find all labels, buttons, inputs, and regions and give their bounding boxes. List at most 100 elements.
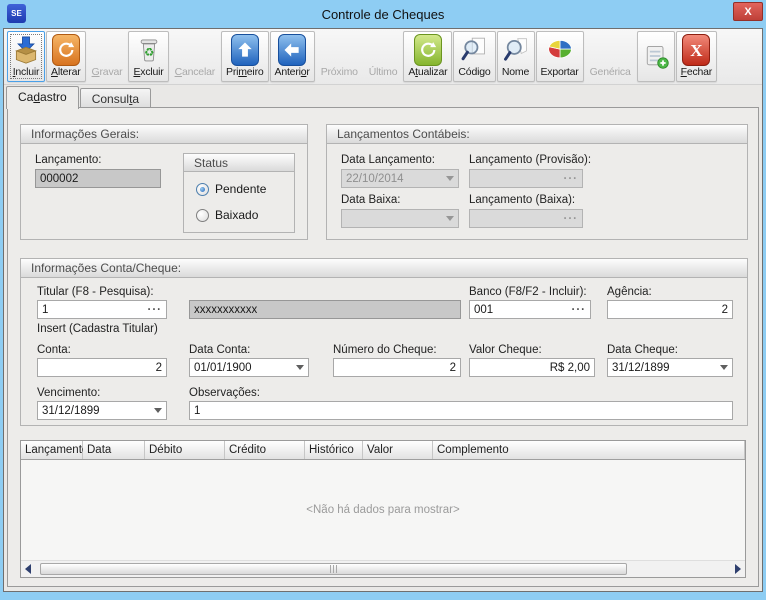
fechar-label: Fechar <box>681 66 712 78</box>
ellipsis-button: ··· <box>564 173 579 185</box>
vencimento-combo[interactable]: 31/12/1899 <box>37 401 167 420</box>
codigo-label: Código <box>458 66 490 78</box>
titular-field[interactable]: 1 ··· <box>37 300 167 319</box>
grid-col-valor[interactable]: Valor <box>363 441 433 459</box>
data-cheque-combo[interactable]: 31/12/1899 <box>607 358 733 377</box>
generica-button[interactable]: Genérica <box>585 31 636 82</box>
scroll-right-icon[interactable] <box>735 564 741 574</box>
dropdown-arrow-icon[interactable] <box>720 365 728 370</box>
app-logo-icon: SE <box>7 4 26 23</box>
dropdown-arrow-icon[interactable] <box>154 408 162 413</box>
arrow-left-icon <box>278 34 306 66</box>
grid-col-complemento[interactable]: Complemento <box>433 441 745 459</box>
data-lancamento-label: Data Lançamento: <box>341 154 435 166</box>
codigo-button[interactable]: Código <box>453 31 495 82</box>
dropdown-arrow-icon <box>446 176 454 181</box>
cancelar-button[interactable]: Cancelar <box>170 31 220 82</box>
nome-button[interactable]: Nome <box>497 31 535 82</box>
grid-col-credito[interactable]: Crédito <box>225 441 305 459</box>
numero-cheque-field[interactable]: 2 <box>333 358 461 377</box>
incluir-label: Incluir <box>13 66 40 78</box>
group-informacoes-conta-cheque: Informações Conta/Cheque: Titular (F8 - … <box>20 258 748 426</box>
radio-baixado-icon[interactable] <box>196 209 209 222</box>
grid-horizontal-scrollbar[interactable] <box>21 560 745 577</box>
gravar-label: Gravar <box>92 66 123 78</box>
banco-field[interactable]: 001 ··· <box>469 300 591 319</box>
tab-consulta[interactable]: Consulta <box>80 88 151 108</box>
data-conta-combo[interactable]: 01/01/1900 <box>189 358 309 377</box>
grid-export-button[interactable] <box>637 31 675 82</box>
dropdown-arrow-icon[interactable] <box>296 365 304 370</box>
dropdown-arrow-icon <box>446 216 454 221</box>
pie-chart-icon <box>546 34 574 66</box>
titlebar: SE Controle de Cheques X <box>0 0 766 28</box>
radio-baixado[interactable]: Baixado <box>196 208 258 222</box>
ultimo-button[interactable]: Último <box>364 31 403 82</box>
conta-field[interactable]: 2 <box>37 358 167 377</box>
insert-hint-label: Insert (Cadastra Titular) <box>37 323 158 335</box>
anterior-button[interactable]: Anterior <box>270 31 315 82</box>
group-lancamentos-contabeis-title: Lançamentos Contábeis: <box>337 127 470 141</box>
grid-col-lancamento[interactable]: Lançamento <box>21 441 83 459</box>
data-baixa-label: Data Baixa: <box>341 194 400 206</box>
grid-col-historico[interactable]: Histórico <box>305 441 363 459</box>
svg-text:♻: ♻ <box>144 45 154 59</box>
scroll-left-icon[interactable] <box>25 564 31 574</box>
banco-label: Banco (F8/F2 - Incluir): <box>469 286 587 298</box>
search-icon <box>502 34 530 66</box>
tab-page-cadastro: Informações Gerais: Lançamento: 000002 S… <box>7 107 759 587</box>
atualizar-button[interactable]: Atualizar <box>403 31 452 82</box>
grid-header-row: Lançamento Data Débito Crédito Histórico… <box>21 441 745 460</box>
observacoes-field[interactable]: 1 <box>189 401 733 420</box>
agencia-field[interactable]: 2 <box>607 300 733 319</box>
excluir-button[interactable]: ♻ Excluir <box>128 31 168 82</box>
gravar-button[interactable]: Gravar <box>87 31 128 82</box>
grid-body: <Não há dados para mostrar> <box>21 460 745 560</box>
valor-cheque-label: Valor Cheque: <box>469 344 542 356</box>
tab-bar: Cadastro Consulta <box>6 86 151 108</box>
group-informacoes-gerais: Informações Gerais: Lançamento: 000002 S… <box>20 124 308 240</box>
numero-cheque-label: Número do Cheque: <box>333 344 437 356</box>
grid-empty-message: <Não há dados para mostrar> <box>306 504 459 516</box>
alterar-button[interactable]: Alterar <box>46 31 86 82</box>
atualizar-label: Atualizar <box>408 66 447 78</box>
group-informacoes-conta-cheque-title: Informações Conta/Cheque: <box>31 261 181 275</box>
agencia-label: Agência: <box>607 286 652 298</box>
insert-box-icon <box>12 34 40 66</box>
tab-consulta-label: Consulta <box>92 92 139 106</box>
proximo-label: Próximo <box>321 66 358 78</box>
titular-nome-field: xxxxxxxxxxx <box>189 300 461 319</box>
window-close-button[interactable]: X <box>733 2 763 21</box>
grid-add-icon <box>642 34 670 78</box>
grid-col-data[interactable]: Data <box>83 441 145 459</box>
trash-recycle-icon: ♻ <box>135 34 163 66</box>
incluir-button[interactable]: Incluir <box>7 31 45 82</box>
radio-pendente[interactable]: Pendente <box>196 182 266 196</box>
radio-baixado-label: Baixado <box>215 208 258 222</box>
titular-lookup-button[interactable]: ··· <box>148 304 163 316</box>
radio-pendente-icon[interactable] <box>196 183 209 196</box>
fechar-button[interactable]: X Fechar <box>676 31 717 82</box>
banco-lookup-button[interactable]: ··· <box>572 304 587 316</box>
lancamento-baixa-label: Lançamento (Baixa): <box>469 194 575 206</box>
refresh-green-icon <box>414 34 442 66</box>
data-conta-label: Data Conta: <box>189 344 250 356</box>
app-window: SE Controle de Cheques X Incluir <box>0 0 766 600</box>
grid-col-debito[interactable]: Débito <box>145 441 225 459</box>
client-area: Incluir Alterar Gravar <box>3 28 763 592</box>
ellipsis-button: ··· <box>564 213 579 225</box>
excluir-label: Excluir <box>133 66 163 78</box>
status-panel: Status Pendente Baixado <box>183 153 295 233</box>
group-informacoes-gerais-title: Informações Gerais: <box>31 127 139 141</box>
radio-pendente-label: Pendente <box>215 182 266 196</box>
primeiro-button[interactable]: Primeiro <box>221 31 269 82</box>
arrow-up-icon <box>231 34 259 66</box>
status-title: Status <box>194 156 228 170</box>
scrollbar-thumb[interactable] <box>40 563 627 575</box>
tab-cadastro[interactable]: Cadastro <box>6 86 79 109</box>
valor-cheque-field[interactable]: R$ 2,00 <box>469 358 595 377</box>
close-x-icon: X <box>682 34 710 66</box>
exportar-button[interactable]: Exportar <box>536 31 584 82</box>
conta-label: Conta: <box>37 344 71 356</box>
proximo-button[interactable]: Próximo <box>316 31 363 82</box>
